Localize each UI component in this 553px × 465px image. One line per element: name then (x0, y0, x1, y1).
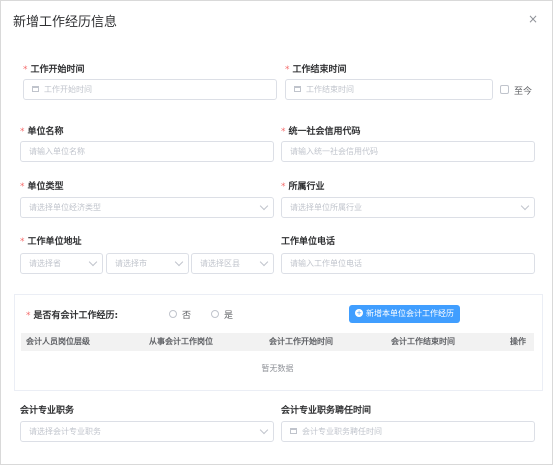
add-accounting-experience-button[interactable]: + 新增本单位会计工作经历 (349, 305, 460, 323)
column-header: 会计人员岗位层级 (26, 337, 90, 346)
required-mark: * (20, 237, 25, 247)
prof-title-select[interactable]: 请选择会计专业职务 (20, 421, 274, 442)
prof-title-label: 会计专业职务 (20, 406, 75, 416)
dialog: 新增工作经历信息 × * 工作开始时间 工作开始时间 * 工作结束时间 工作结束时间… (0, 0, 553, 465)
required-mark: * (20, 127, 25, 137)
phone-label: 工作单位电话 (281, 237, 336, 247)
column-header: 从事会计工作岗位 (149, 337, 213, 346)
column-header: 操作 (510, 337, 526, 346)
chevron-down-icon (259, 425, 269, 435)
address-label: * 工作单位地址 (20, 237, 82, 247)
column-header: 会计工作开始时间 (269, 337, 333, 346)
unit-type-label: * 单位类型 (20, 182, 64, 192)
prof-title-time-label: 会计专业职务聘任时间 (281, 406, 372, 416)
credit-code-label: * 统一社会信用代码 (281, 127, 361, 137)
chevron-down-icon (259, 257, 269, 267)
chevron-down-icon (174, 257, 184, 267)
unit-name-label: * 单位名称 (20, 127, 64, 137)
prof-title-time-picker[interactable]: 会计专业职务聘任时间 (281, 421, 535, 442)
required-mark: * (26, 311, 31, 321)
end-time-picker[interactable]: 工作结束时间 (285, 79, 493, 100)
required-mark: * (281, 127, 286, 137)
credit-code-input[interactable]: 请输入统一社会信用代码 (281, 141, 535, 162)
calendar-icon (32, 85, 39, 92)
unit-name-input[interactable]: 请输入单位名称 (20, 141, 274, 162)
radio-yes[interactable] (211, 310, 219, 318)
required-mark: * (281, 182, 286, 192)
district-select[interactable]: 请选择区县 (191, 253, 274, 274)
province-select[interactable]: 请选择省 (20, 253, 103, 274)
required-mark: * (23, 65, 28, 75)
required-mark: * (20, 182, 25, 192)
plus-icon: + (355, 308, 363, 317)
calendar-icon (290, 427, 297, 434)
chevron-down-icon (520, 201, 530, 211)
until-now-checkbox[interactable] (500, 85, 509, 94)
end-time-label: * 工作结束时间 (285, 65, 347, 75)
required-mark: * (285, 65, 290, 75)
phone-input[interactable]: 请输入工作单位电话 (281, 253, 535, 274)
radio-no-label[interactable]: 否 (182, 308, 191, 321)
start-time-label: * 工作开始时间 (23, 65, 85, 75)
table-header: 会计人员岗位层级 从事会计工作岗位 会计工作开始时间 会计工作结束时间 操作 (21, 333, 534, 351)
industry-select[interactable]: 请选择单位所属行业 (281, 197, 535, 218)
dialog-title: 新增工作经历信息 (13, 15, 118, 30)
start-time-picker[interactable]: 工作开始时间 (23, 79, 277, 100)
radio-no[interactable] (169, 310, 177, 318)
chevron-down-icon (88, 257, 98, 267)
city-select[interactable]: 请选择市 (106, 253, 189, 274)
radio-yes-label[interactable]: 是 (224, 308, 233, 321)
chevron-down-icon (259, 201, 269, 211)
until-now-label[interactable]: 至今 (514, 84, 532, 97)
table-empty-text: 暂无数据 (261, 364, 294, 373)
accounting-experience-label: * 是否有会计工作经历: (26, 311, 119, 321)
calendar-icon (294, 85, 301, 92)
unit-type-select[interactable]: 请选择单位经济类型 (20, 197, 274, 218)
column-header: 会计工作结束时间 (391, 337, 455, 346)
close-icon[interactable]: × (528, 13, 538, 25)
industry-label: * 所属行业 (281, 182, 325, 192)
